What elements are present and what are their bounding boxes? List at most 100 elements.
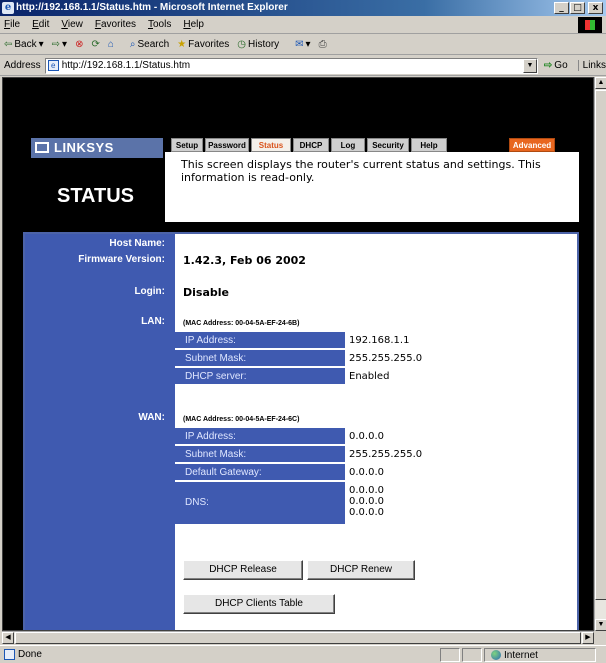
ie-icon: e [2,2,14,14]
wan-dns-label: DNS: [175,482,345,524]
wan-ip-value: 0.0.0.0 [349,431,384,442]
wan-gateway-label: Default Gateway: [175,464,345,481]
favorites-icon: ★ [177,39,187,50]
favorites-button[interactable]: ★ Favorites [177,39,229,50]
home-button[interactable]: ⌂ [108,39,114,50]
page-header: LINKSYS STATUS Setup Password Status DHC… [23,126,579,222]
stop-icon: ⊗ [75,39,84,50]
dns-server-2: 0.0.0.0 [349,496,384,507]
menu-tools[interactable]: Tools [148,19,171,30]
scroll-down-icon[interactable]: ▼ [595,619,606,631]
wan-mac-address: (MAC Address: 00-04-5A-EF-24-6C) [183,416,300,423]
lan-subnet-row: Subnet Mask: 255.255.255.0 [175,350,425,367]
dhcp-clients-table-button[interactable]: DHCP Clients Table [183,594,335,614]
page-description: This screen displays the router's curren… [181,158,541,184]
go-arrow-icon: ⇨ [543,60,553,71]
back-dropdown-icon[interactable]: ▾ [39,39,44,50]
favorites-label: Favorites [188,39,230,50]
lan-dhcp-value: Enabled [349,371,390,382]
page-done-icon [4,649,15,660]
print-icon: ⎙ [318,39,327,50]
browser-viewport: LINKSYS STATUS Setup Password Status DHC… [2,77,594,631]
firmware-version-label: Firmware Version: [78,254,165,265]
logo-text: LINKSYS [54,140,114,155]
wan-ip-label: IP Address: [175,428,345,445]
menu-view[interactable]: View [61,19,83,30]
vertical-scrollbar[interactable]: ▲ ▼ [594,77,606,631]
tab-log[interactable]: Log [331,138,365,152]
back-arrow-icon: ⇦ [4,39,13,50]
wan-ip-row: IP Address: 0.0.0.0 [175,428,425,445]
tab-advanced[interactable]: Advanced [509,138,555,152]
scroll-right-icon[interactable]: ▶ [582,632,594,644]
close-button[interactable]: x [588,2,603,14]
tab-setup[interactable]: Setup [171,138,203,152]
stop-button[interactable]: ⊗ [75,39,83,50]
tab-help[interactable]: Help [411,138,447,152]
search-label: Search [137,39,170,50]
dns-server-3: 0.0.0.0 [349,507,384,518]
firmware-version-value: 1.42.3, Feb 06 2002 [183,254,306,267]
dhcp-release-button[interactable]: DHCP Release [183,560,303,580]
maximize-button[interactable]: □ [570,2,585,14]
history-icon: ◷ [237,39,247,50]
links-button[interactable]: Links [577,60,606,71]
address-bar: Address e http://192.168.1.1/Status.htm … [0,56,606,76]
address-dropdown-icon[interactable]: ▼ [522,58,537,73]
lan-ip-value: 192.168.1.1 [349,335,410,346]
zone-label: Internet [504,649,538,661]
go-button[interactable]: ⇨ Go [544,60,568,71]
forward-dropdown-icon[interactable]: ▾ [62,39,67,50]
status-panel: Host Name: Firmware Version: Login: LAN:… [23,232,579,630]
internet-globe-icon [491,650,501,660]
login-label: Login: [134,286,165,297]
wan-subnet-value: 255.255.255.0 [349,449,423,460]
lan-mac-address: (MAC Address: 00-04-5A-EF-24-6B) [183,320,300,327]
menu-favorites[interactable]: Favorites [95,19,136,30]
menu-edit[interactable]: Edit [32,19,49,30]
login-value: Disable [183,286,229,299]
tab-strip: Setup Password Status DHCP Log Security … [165,126,579,152]
tab-password[interactable]: Password [205,138,249,152]
wan-subnet-label: Subnet Mask: [175,446,345,463]
wan-gateway-value: 0.0.0.0 [349,467,384,478]
lan-ip-row: IP Address: 192.168.1.1 [175,332,425,349]
scroll-up-icon[interactable]: ▲ [595,77,606,89]
home-icon: ⌂ [107,39,114,50]
address-url: http://192.168.1.1/Status.htm [61,60,191,71]
horizontal-scrollbar[interactable]: ◀ ▶ [2,631,594,644]
mail-button[interactable]: ✉ ▾ [295,39,310,50]
vertical-scroll-thumb[interactable] [595,90,606,600]
mail-dropdown-icon[interactable]: ▾ [306,39,311,50]
dhcp-renew-button[interactable]: DHCP Renew [307,560,415,580]
lan-subnet-label: Subnet Mask: [175,350,345,367]
refresh-button[interactable]: ⟳ [91,39,99,50]
toolbar: ⇦ Back ▾ ⇨ ▾ ⊗ ⟳ ⌂ ⌕ Search ★ Favorites … [0,35,606,55]
menu-bar: File Edit View Favorites Tools Help [0,16,606,34]
wan-gateway-row: Default Gateway: 0.0.0.0 [175,464,425,481]
tab-status[interactable]: Status [251,138,291,152]
tab-dhcp[interactable]: DHCP [293,138,329,152]
horizontal-scroll-thumb[interactable] [15,632,581,644]
status-bar: Done Internet [0,645,606,663]
refresh-icon: ⟳ [91,39,100,50]
lan-dhcp-row: DHCP server: Enabled [175,368,425,385]
menu-help[interactable]: Help [183,19,204,30]
back-button[interactable]: ⇦ Back ▾ [4,39,44,50]
page-title: STATUS [56,185,135,207]
print-button[interactable]: ⎙ [319,39,327,50]
address-input[interactable]: e http://192.168.1.1/Status.htm ▼ [44,57,538,74]
forward-button[interactable]: ⇨ ▾ [52,39,67,50]
lan-subnet-value: 255.255.255.0 [349,353,423,364]
scroll-left-icon[interactable]: ◀ [2,632,14,644]
linksys-mark-icon [35,142,49,153]
dns-server-1: 0.0.0.0 [349,485,384,496]
back-label: Back [14,39,37,50]
menu-file[interactable]: File [4,19,20,30]
history-button[interactable]: ◷ History [237,39,279,50]
search-button[interactable]: ⌕ Search [130,39,169,50]
window-title: http://192.168.1.1/Status.htm - Microsof… [16,2,288,13]
tab-security[interactable]: Security [367,138,409,152]
minimize-button[interactable]: _ [554,2,569,14]
security-zone: Internet [484,648,596,662]
